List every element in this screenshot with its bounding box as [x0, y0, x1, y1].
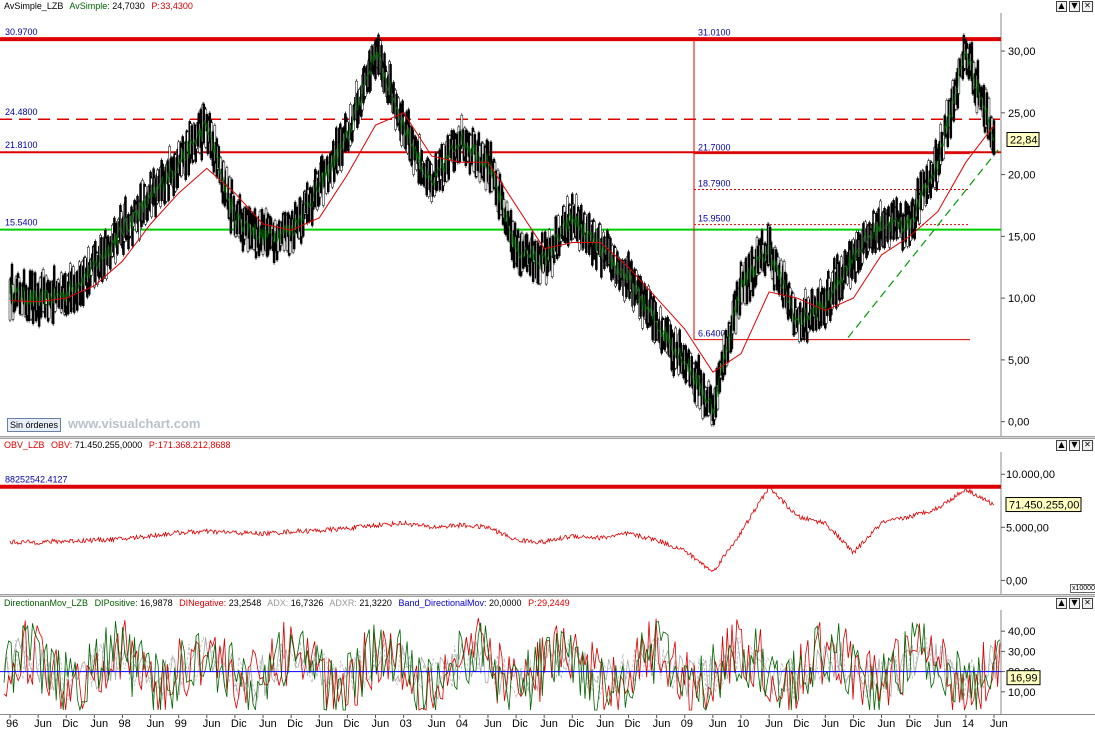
dmi-chart[interactable]: 40,0030,0020,0010,0016,99	[0, 597, 1095, 714]
price-y-tick-3: 15,00	[1008, 231, 1036, 243]
x-tick-label-15: Jun	[428, 718, 446, 730]
x-tick-label-6: 99	[175, 718, 187, 730]
watermark: www.visualchart.com	[68, 416, 201, 431]
x-tick-label-26: 10	[737, 718, 749, 730]
price-y-tick-1: 25,00	[1008, 108, 1036, 120]
dmi-panel: DirectionanMov_LZB DIPositive: 16,9878 D…	[0, 597, 1095, 714]
x-tick-label-13: Jun	[371, 718, 389, 730]
x-axis: 96 Jun Dic Jun 98 Jun 99 Jun Dic Jun Dic Jun Dic Jun 0…	[0, 714, 1095, 730]
dmi-last-value: 16,99	[1010, 673, 1038, 685]
x-tick-label-5: Jun	[147, 718, 165, 730]
x-tick-label-1: Jun	[34, 718, 52, 730]
x-tick-label-21: Jun	[596, 718, 614, 730]
x-tick-label-7: Jun	[203, 718, 221, 730]
x-tick-label-25: Jun	[709, 718, 727, 730]
obv-last-value: 71.450.255,00	[1009, 500, 1079, 512]
dmi-y-tick-0: 40,00	[1008, 626, 1036, 638]
level-label-0: 30.9700	[5, 27, 38, 37]
x-tick-label-11: Jun	[315, 718, 333, 730]
x-tick-label-18: Dic	[512, 718, 528, 730]
price-y-tick-5: 5,00	[1008, 355, 1029, 367]
obv-y-tick-2: 0,00	[1006, 575, 1027, 587]
x-tick-label-29: Jun	[821, 718, 839, 730]
price-chart[interactable]: 30,00 25,00 20,00 15,00 10,00 5,00 0,00 30.9700…	[0, 0, 1095, 437]
fib-label-4: 6.6400	[698, 329, 726, 339]
x-tick-label-16: 04	[456, 718, 468, 730]
price-plot-area	[0, 13, 1001, 434]
sin-ordenes-button[interactable]: Sin órdenes	[7, 418, 62, 432]
level-label-1: 24.4800	[5, 107, 38, 117]
x-tick-label-31: Jun	[878, 718, 896, 730]
fib-label-0: 31.0100	[698, 28, 731, 38]
level-label-3: 15.5400	[5, 218, 38, 228]
price-y-tick-2: 20,00	[1008, 170, 1036, 182]
price-last-value: 22,84	[1010, 135, 1038, 147]
fib-label-3: 15.9500	[698, 214, 731, 224]
x-tick-label-17: Jun	[484, 718, 502, 730]
obv-chart[interactable]: 10.000,00 5.000,00 0,00 88252542.4127 71.450…	[0, 439, 1095, 595]
obv-scale-note: x10000	[1070, 584, 1095, 593]
level-label-2: 21.8100	[5, 140, 38, 150]
x-tick-label-30: Dic	[849, 718, 865, 730]
x-tick-label-22: Dic	[625, 718, 641, 730]
x-tick-label-19: Jun	[540, 718, 558, 730]
price-y-tick-6: 0,00	[1008, 417, 1029, 429]
x-tick-label-35: Jun	[990, 718, 1008, 730]
x-tick-label-34: 14	[962, 718, 974, 730]
fib-label-1: 21.7000	[698, 143, 731, 153]
x-tick-label-3: Jun	[90, 718, 108, 730]
x-tick-label-27: Jun	[765, 718, 783, 730]
x-tick-label-2: Dic	[62, 718, 78, 730]
x-tick-label-10: Dic	[287, 718, 303, 730]
x-tick-label-9: Jun	[259, 718, 277, 730]
price-y-tick-0: 30,00	[1008, 46, 1036, 58]
obv-line	[9, 485, 995, 573]
x-tick-label-4: 98	[118, 718, 130, 730]
dmi-y-tick-1: 30,00	[1008, 646, 1036, 658]
x-tick-label-12: Dic	[343, 718, 359, 730]
x-tick-label-24: 09	[681, 718, 693, 730]
price-panel: AvSimple_LZB AvSimple: 24,7030 P: 33,430…	[0, 0, 1095, 437]
obv-level-label: 88252542.4127	[5, 475, 68, 485]
x-tick-label-28: Dic	[793, 718, 809, 730]
obv-panel: OBV_LZB OBV: 71.450.255,0000 P: 171.368.…	[0, 439, 1095, 595]
obv-y-tick-0: 10.000,00	[1006, 469, 1055, 481]
fib-label-2: 18.7900	[698, 179, 731, 189]
x-tick-label-33: Jun	[934, 718, 952, 730]
x-tick-label-14: 03	[400, 718, 412, 730]
obv-y-tick-1: 5.000,00	[1006, 522, 1049, 534]
price-y-tick-4: 10,00	[1008, 293, 1036, 305]
x-tick-label-32: Dic	[906, 718, 922, 730]
x-tick-label-8: Dic	[231, 718, 247, 730]
dmi-y-tick-3: 10,00	[1008, 687, 1036, 699]
x-tick-label-0: 96	[6, 718, 18, 730]
x-tick-label-20: Dic	[568, 718, 584, 730]
x-tick-label-23: Jun	[653, 718, 671, 730]
